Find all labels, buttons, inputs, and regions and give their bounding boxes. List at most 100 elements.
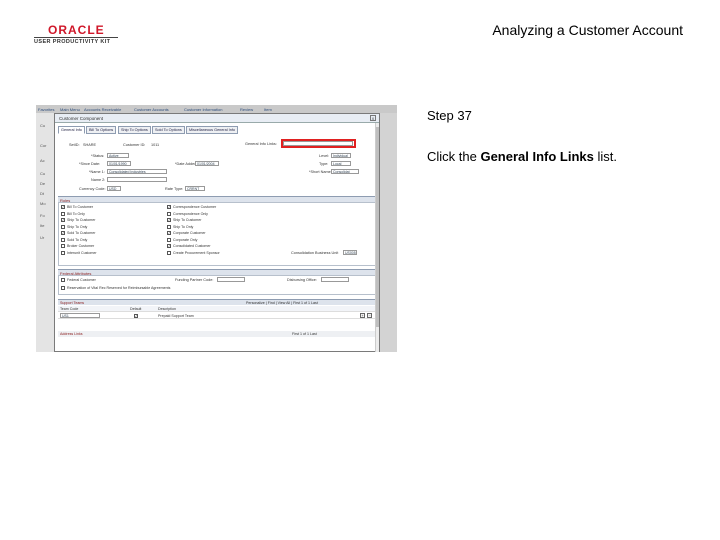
role-left-label: Ship To Only xyxy=(67,224,88,229)
support-teams-header: Support Teams Personalize | Find | View … xyxy=(58,299,378,305)
consolidation-label: Consolidation Business Unit xyxy=(291,251,339,255)
instruction-suffix: list. xyxy=(593,149,618,164)
role-left-checkbox[interactable]: ✓ xyxy=(61,218,65,222)
address-links-title: Address Links xyxy=(60,332,83,336)
role-right-label: Create Procurement Sponsor xyxy=(173,250,220,255)
role-left-label: Sold To Only xyxy=(67,237,88,242)
delete-row-button[interactable]: − xyxy=(367,313,372,318)
close-icon[interactable]: X xyxy=(370,115,376,121)
nav-item[interactable]: Item xyxy=(264,107,272,112)
nav-item[interactable]: Main Menu xyxy=(60,107,80,112)
name1-input[interactable]: Consolidated Industries xyxy=(107,169,167,174)
role-right-checkbox[interactable]: ✓ xyxy=(167,205,171,209)
currency-code-label: Currency Code: xyxy=(79,187,106,191)
status-label: *Status: xyxy=(91,154,105,158)
role-left-checkbox[interactable] xyxy=(61,224,65,229)
level-select[interactable]: Individual xyxy=(331,153,351,158)
since-date-input[interactable]: 01/01/1990 xyxy=(107,161,131,166)
name2-label: Name 2: xyxy=(91,178,106,182)
left-label: Cu xyxy=(40,123,46,128)
federal-customer-checkbox[interactable] xyxy=(61,278,65,282)
role-right-checkbox[interactable] xyxy=(167,211,171,216)
nav-item[interactable]: Accounts Receivable xyxy=(84,107,121,112)
nav-item[interactable]: Customer Information xyxy=(184,107,222,112)
short-name-label: *Short Name: xyxy=(309,170,332,174)
role-right-checkbox[interactable]: ✓ xyxy=(167,218,171,222)
nav-item[interactable]: Review xyxy=(240,107,253,112)
col-description: Description xyxy=(158,307,176,311)
role-right-label: Consolidated Customer xyxy=(173,244,211,248)
tab-sold-to-options[interactable]: Sold To Options xyxy=(152,126,185,134)
reimbursable-checkbox[interactable] xyxy=(61,286,65,290)
dialog-titlebar: Customer Component X xyxy=(55,114,379,123)
tab-ship-to-options[interactable]: Ship To Options xyxy=(118,126,151,134)
name1-label: *Name 1: xyxy=(89,170,105,174)
role-right-checkbox[interactable] xyxy=(167,224,171,229)
col-team-code: Team Code xyxy=(60,307,79,311)
role-left-checkbox[interactable] xyxy=(61,237,65,242)
description-value: Prepaid Support Team xyxy=(158,314,194,318)
disbursing-office-input[interactable] xyxy=(321,277,349,282)
default-checkbox[interactable]: ✓ xyxy=(134,314,138,318)
reimbursable-label: Reservation of Vital Rec Reserved for Re… xyxy=(67,286,171,290)
logo-wordmark: ORACLE xyxy=(48,23,105,37)
role-left-checkbox[interactable] xyxy=(61,250,65,255)
role-right-label: Correspondence Only xyxy=(173,211,208,216)
tab-bill-to-options[interactable]: Bill To Options xyxy=(86,126,117,134)
customer-id-label: Customer ID: xyxy=(123,143,146,147)
role-right-label: Corporate Customer xyxy=(173,231,206,235)
setid-value: SHARE xyxy=(83,143,97,147)
instruction-text: Click the General Info Links list. xyxy=(427,149,617,164)
role-left-label: Bill To Customer xyxy=(67,205,94,209)
tab-misc-general-info[interactable]: Miscellaneous General Info xyxy=(186,126,239,134)
role-left-checkbox[interactable]: ✓ xyxy=(61,231,65,235)
nav-item[interactable]: Favorites xyxy=(38,107,54,112)
role-left-checkbox[interactable]: ✓ xyxy=(61,205,65,209)
address-links-navigation[interactable]: First 1 of 1 Last xyxy=(292,332,317,336)
type-label: Type: xyxy=(319,162,329,166)
add-row-button[interactable]: + xyxy=(360,313,365,318)
consolidation-input[interactable]: US005 xyxy=(343,250,357,255)
grid-column-headers: Team Code Default Description xyxy=(58,306,378,312)
grid-navigation[interactable]: Personalize | Find | View All | First 1 … xyxy=(246,301,318,305)
role-right-checkbox[interactable]: ✓ xyxy=(167,244,171,248)
instruction-target: General Info Links xyxy=(480,149,594,164)
role-right-checkbox[interactable] xyxy=(167,237,171,242)
left-label: Mo xyxy=(40,201,46,206)
address-links-bar: Address Links First 1 of 1 Last xyxy=(58,331,378,337)
customer-id-value: 1011 xyxy=(151,143,160,147)
dialog-title: Customer Component xyxy=(59,116,104,121)
left-label: Dt xyxy=(40,191,44,196)
left-label: Cor xyxy=(40,143,47,148)
slide-title: Analyzing a Customer Account xyxy=(492,22,683,38)
status-select[interactable]: Active xyxy=(107,153,129,158)
team-code-input[interactable]: US1 xyxy=(60,313,100,318)
role-left-checkbox[interactable] xyxy=(61,244,65,248)
application-screenshot: Favorites Main Menu Accounts Receivable … xyxy=(36,105,397,352)
name2-input[interactable] xyxy=(107,177,167,182)
instruction-prefix: Click the xyxy=(427,149,481,164)
role-left-checkbox[interactable] xyxy=(61,211,65,216)
currency-code-input[interactable]: USD xyxy=(107,186,121,191)
role-right-checkbox[interactable] xyxy=(167,250,171,255)
rate-type-label: Rate Type: xyxy=(165,187,184,191)
role-right-label: Correspondence Customer xyxy=(173,205,217,209)
left-label: Cu xyxy=(40,171,46,176)
funding-partner-input[interactable] xyxy=(217,277,245,282)
rate-type-input[interactable]: CRRNT xyxy=(185,186,205,191)
role-right-label: Ship To Customer xyxy=(173,218,202,222)
scrollbar-thumb[interactable] xyxy=(376,127,379,327)
short-name-input[interactable]: Consolidat xyxy=(331,169,359,174)
type-select[interactable]: Local xyxy=(331,161,351,166)
date-added-input[interactable]: 01/01/2004 xyxy=(195,161,219,166)
dialog-scrollbar[interactable] xyxy=(375,123,379,352)
left-label: Fo xyxy=(40,213,45,218)
highlight-general-info-links xyxy=(281,139,356,148)
tab-general-info[interactable]: General Info xyxy=(58,126,85,134)
left-label: Ur xyxy=(40,235,45,240)
table-row: US1 ✓ Prepaid Support Team + − xyxy=(58,313,378,319)
federal-customer-label: Federal Customer xyxy=(67,278,96,282)
role-right-checkbox[interactable]: ✓ xyxy=(167,231,171,235)
role-right-label: Corporate Only xyxy=(173,237,198,242)
nav-item[interactable]: Customer Accounts xyxy=(134,107,169,112)
